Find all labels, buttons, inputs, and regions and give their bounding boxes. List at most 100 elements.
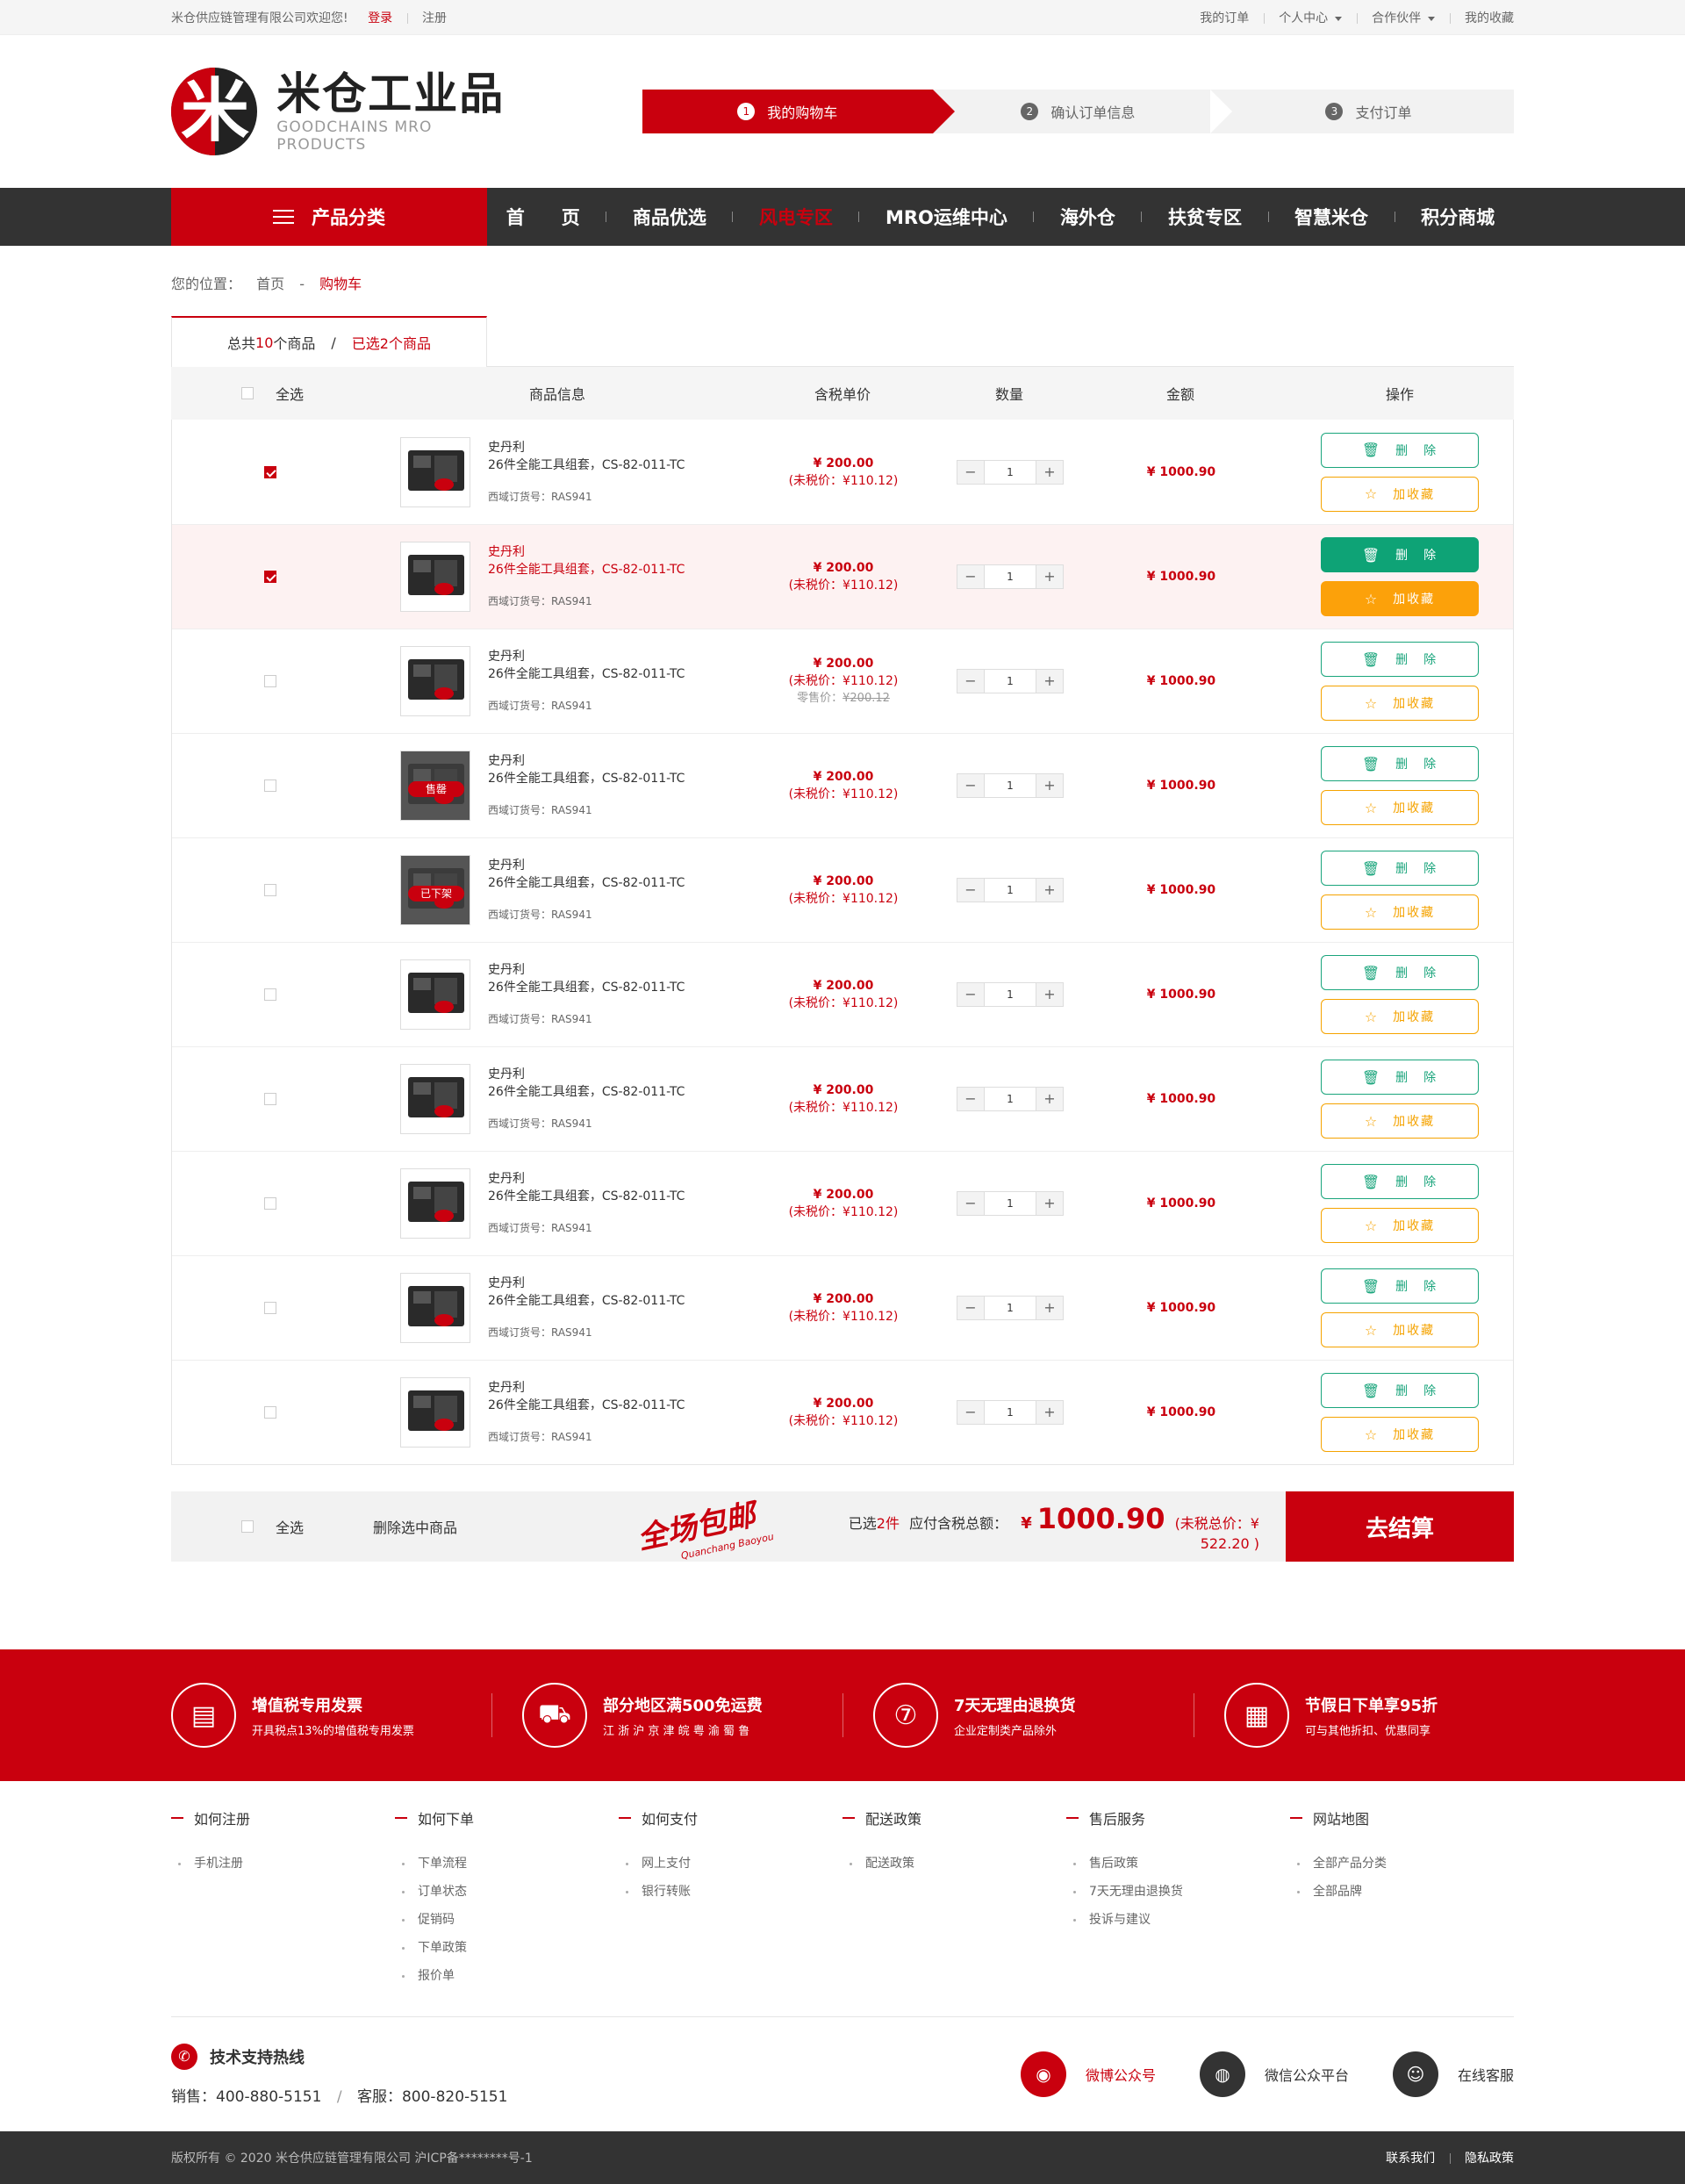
add-favorite-button[interactable]: ☆ 加收藏 [1321, 476, 1479, 512]
add-favorite-button[interactable]: ☆ 加收藏 [1321, 686, 1479, 721]
product-name[interactable]: 26件全能工具组套，CS-82-011-TC [488, 665, 685, 683]
product-name[interactable]: 26件全能工具组套，CS-82-011-TC [488, 1397, 685, 1414]
product-thumbnail[interactable] [400, 1273, 470, 1343]
product-name[interactable]: 26件全能工具组套，CS-82-011-TC [488, 979, 685, 996]
add-favorite-button[interactable]: ☆ 加收藏 [1321, 894, 1479, 930]
quantity-input[interactable] [984, 1088, 1036, 1110]
product-thumbnail[interactable] [400, 959, 470, 1030]
help-link[interactable]: 报价单 [395, 1962, 619, 1990]
increase-button[interactable]: + [1036, 1297, 1063, 1319]
help-link[interactable]: 订单状态 [395, 1878, 619, 1906]
help-link[interactable]: 手机注册 [171, 1850, 395, 1878]
quantity-input[interactable] [984, 774, 1036, 797]
product-thumbnail[interactable]: 已下架 [400, 855, 470, 925]
add-favorite-button[interactable]: ☆ 加收藏 [1321, 581, 1479, 616]
increase-button[interactable]: + [1036, 983, 1063, 1006]
delete-button[interactable]: 🗑 删 除 [1321, 1164, 1479, 1199]
increase-button[interactable]: + [1036, 774, 1063, 797]
increase-button[interactable]: + [1036, 565, 1063, 588]
row-checkbox[interactable] [264, 675, 276, 687]
social-link[interactable]: ◍ 微信公众平台 [1199, 2051, 1349, 2097]
delete-button[interactable]: 🗑 删 除 [1321, 955, 1479, 990]
nav-points-mall[interactable]: 积分商城 [1409, 204, 1507, 230]
row-checkbox[interactable] [264, 1406, 276, 1419]
delete-selected-button[interactable]: 删除选中商品 [373, 1516, 636, 1537]
register-link[interactable]: 注册 [422, 11, 447, 25]
decrease-button[interactable]: − [957, 1401, 984, 1424]
privacy-link[interactable]: 隐私政策 [1465, 2152, 1514, 2166]
add-favorite-button[interactable]: ☆ 加收藏 [1321, 1417, 1479, 1452]
quantity-input[interactable] [984, 879, 1036, 902]
product-thumbnail[interactable] [400, 1064, 470, 1134]
delete-button[interactable]: 🗑 删 除 [1321, 1373, 1479, 1408]
quantity-input[interactable] [984, 1297, 1036, 1319]
product-name[interactable]: 26件全能工具组套，CS-82-011-TC [488, 1292, 685, 1310]
help-link[interactable]: 银行转账 [619, 1878, 842, 1906]
product-thumbnail[interactable] [400, 646, 470, 716]
help-link[interactable]: 全部产品分类 [1290, 1850, 1514, 1878]
product-thumbnail[interactable] [400, 542, 470, 612]
summary-select-all-checkbox[interactable] [241, 1520, 254, 1533]
product-thumbnail[interactable] [400, 1168, 470, 1239]
login-link[interactable]: 登录 [368, 11, 392, 25]
quantity-input[interactable] [984, 983, 1036, 1006]
product-name[interactable]: 26件全能工具组套，CS-82-011-TC [488, 1083, 685, 1101]
contact-us-link[interactable]: 联系我们 [1386, 2152, 1435, 2166]
product-name[interactable]: 26件全能工具组套，CS-82-011-TC [488, 770, 685, 787]
add-favorite-button[interactable]: ☆ 加收藏 [1321, 1312, 1479, 1347]
breadcrumb-home[interactable]: 首页 [256, 276, 284, 292]
decrease-button[interactable]: − [957, 1192, 984, 1215]
nav-poverty-relief[interactable]: 扶贫专区 [1156, 204, 1254, 230]
social-link[interactable]: ☺ 在线客服 [1392, 2051, 1514, 2097]
delete-button[interactable]: 🗑 删 除 [1321, 537, 1479, 572]
help-link[interactable]: 全部品牌 [1290, 1878, 1514, 1906]
help-link[interactable]: 售后政策 [1066, 1850, 1290, 1878]
checkout-button[interactable]: 去结算 [1286, 1491, 1514, 1562]
decrease-button[interactable]: − [957, 1297, 984, 1319]
add-favorite-button[interactable]: ☆ 加收藏 [1321, 999, 1479, 1034]
nav-mro-center[interactable]: MRO运维中心 [873, 204, 1020, 230]
delete-button[interactable]: 🗑 删 除 [1321, 642, 1479, 677]
my-favorites-link[interactable]: 我的收藏 [1465, 11, 1514, 25]
decrease-button[interactable]: − [957, 565, 984, 588]
my-orders-link[interactable]: 我的订单 [1200, 11, 1249, 25]
nav-overseas-warehouse[interactable]: 海外仓 [1048, 204, 1128, 230]
decrease-button[interactable]: − [957, 774, 984, 797]
increase-button[interactable]: + [1036, 460, 1063, 484]
quantity-input[interactable] [984, 1192, 1036, 1215]
decrease-button[interactable]: − [957, 460, 984, 484]
increase-button[interactable]: + [1036, 1192, 1063, 1215]
delete-button[interactable]: 🗑 删 除 [1321, 1060, 1479, 1095]
product-category-button[interactable]: 产品分类 [171, 188, 487, 246]
help-link[interactable]: 7天无理由退换货 [1066, 1878, 1290, 1906]
increase-button[interactable]: + [1036, 670, 1063, 693]
decrease-button[interactable]: − [957, 983, 984, 1006]
decrease-button[interactable]: − [957, 879, 984, 902]
social-link[interactable]: ◉ 微博公众号 [1020, 2051, 1156, 2097]
decrease-button[interactable]: − [957, 670, 984, 693]
product-name[interactable]: 26件全能工具组套，CS-82-011-TC [488, 1188, 685, 1205]
quantity-input[interactable] [984, 460, 1036, 484]
product-thumbnail[interactable] [400, 436, 470, 507]
quantity-input[interactable] [984, 565, 1036, 588]
quantity-input[interactable] [984, 670, 1036, 693]
row-checkbox[interactable] [264, 465, 276, 478]
help-link[interactable]: 促销码 [395, 1906, 619, 1934]
row-checkbox[interactable] [264, 571, 276, 583]
product-thumbnail[interactable]: 售罄 [400, 751, 470, 821]
nav-smart-micang[interactable]: 智慧米仓 [1282, 204, 1380, 230]
increase-button[interactable]: + [1036, 1401, 1063, 1424]
decrease-button[interactable]: − [957, 1088, 984, 1110]
delete-button[interactable]: 🗑 删 除 [1321, 432, 1479, 468]
add-favorite-button[interactable]: ☆ 加收藏 [1321, 1208, 1479, 1243]
delete-button[interactable]: 🗑 删 除 [1321, 851, 1479, 886]
help-link[interactable]: 下单流程 [395, 1850, 619, 1878]
nav-featured[interactable]: 商品优选 [620, 204, 719, 230]
help-link[interactable]: 投诉与建议 [1066, 1906, 1290, 1934]
site-logo[interactable]: 米 米仓工业品 GOODCHAINS MRO PRODUCTS [171, 68, 523, 155]
help-link[interactable]: 下单政策 [395, 1934, 619, 1962]
product-name[interactable]: 26件全能工具组套，CS-82-011-TC [488, 561, 685, 578]
increase-button[interactable]: + [1036, 1088, 1063, 1110]
help-link[interactable]: 网上支付 [619, 1850, 842, 1878]
quantity-input[interactable] [984, 1401, 1036, 1424]
